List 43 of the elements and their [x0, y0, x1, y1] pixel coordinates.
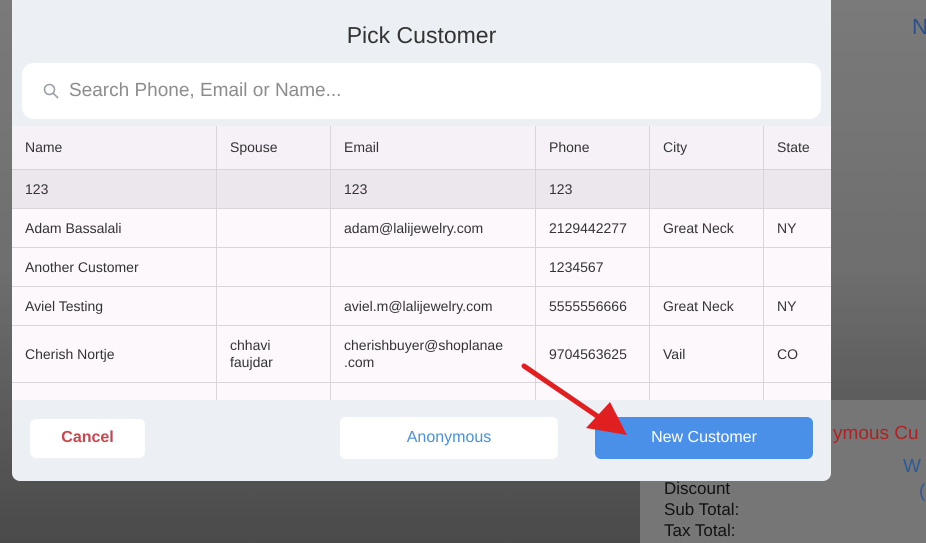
column-header[interactable]: Phone — [536, 126, 650, 169]
table-cell: 123 — [549, 180, 572, 198]
table-cell: 2129442277 — [549, 220, 627, 236]
customer-row[interactable]: Adam Bassalali adam@lalijewelry.com 2129442277 Great Neck NY — [12, 209, 831, 248]
table-cell: Great Neck — [663, 298, 734, 314]
search-icon — [43, 83, 59, 99]
total-label: Sub Total: — [664, 499, 740, 520]
customer-row[interactable]: Aviel Testing aviel.m@lalijewelry.com 5555556666 Great Neck NY — [12, 287, 831, 326]
customer-name-text: ymous Cu — [833, 422, 919, 446]
background-text: ( — [919, 480, 926, 504]
table-cell: adam@lalijewelry.com — [344, 220, 484, 236]
table-cell: 5555556666 — [549, 298, 627, 314]
column-header[interactable]: Email — [331, 126, 536, 169]
table-cell: Adam Bassalali — [25, 220, 122, 236]
table-cell: Cherish Nortje — [25, 346, 114, 362]
column-header[interactable]: Spouse — [217, 126, 331, 169]
table-cell: NY — [777, 220, 796, 236]
table-cell: Another Customer — [25, 258, 139, 276]
total-label: Discount — [664, 478, 732, 499]
table-cell: aviel.m@lalijewelry.com — [344, 298, 493, 314]
customer-row[interactable]: Cherish Nortje chhavi faujdar cherishbuyer@shoplanae .com 9704563625 Vail CO — [12, 326, 831, 383]
customer-row[interactable]: Another Customer 1234567 — [12, 248, 831, 287]
table-cell: 123 — [344, 180, 368, 198]
column-header[interactable]: City — [650, 126, 764, 169]
table-cell: 1234567 — [549, 258, 604, 276]
table-cell: NY — [777, 298, 796, 314]
customer-row[interactable]: 123 123 123 — [12, 170, 831, 209]
column-header[interactable]: State — [764, 126, 831, 169]
table-cell: 123 — [25, 180, 48, 198]
table-cell: Aviel Testing — [25, 298, 104, 314]
table-cell: 9704563625 — [549, 346, 627, 362]
link-text: W — [903, 455, 921, 479]
dialog-title: Pick Customer — [346, 20, 496, 50]
total-label: Tax Total: — [664, 520, 737, 541]
table-cell: Great Neck — [663, 220, 734, 236]
background-text: N — [912, 13, 926, 41]
search-field[interactable]: Search Phone, Email or Name... — [22, 63, 821, 119]
table-cell-text: cherishbuyer@shoplanae .com — [344, 337, 504, 371]
table-cell: CO — [777, 346, 798, 362]
table-cell-text: chhavi faujdar — [230, 337, 274, 371]
table-cell: Vail — [663, 346, 686, 362]
cancel-button[interactable]: Cancel — [30, 418, 145, 458]
column-header[interactable]: Name — [12, 126, 217, 169]
